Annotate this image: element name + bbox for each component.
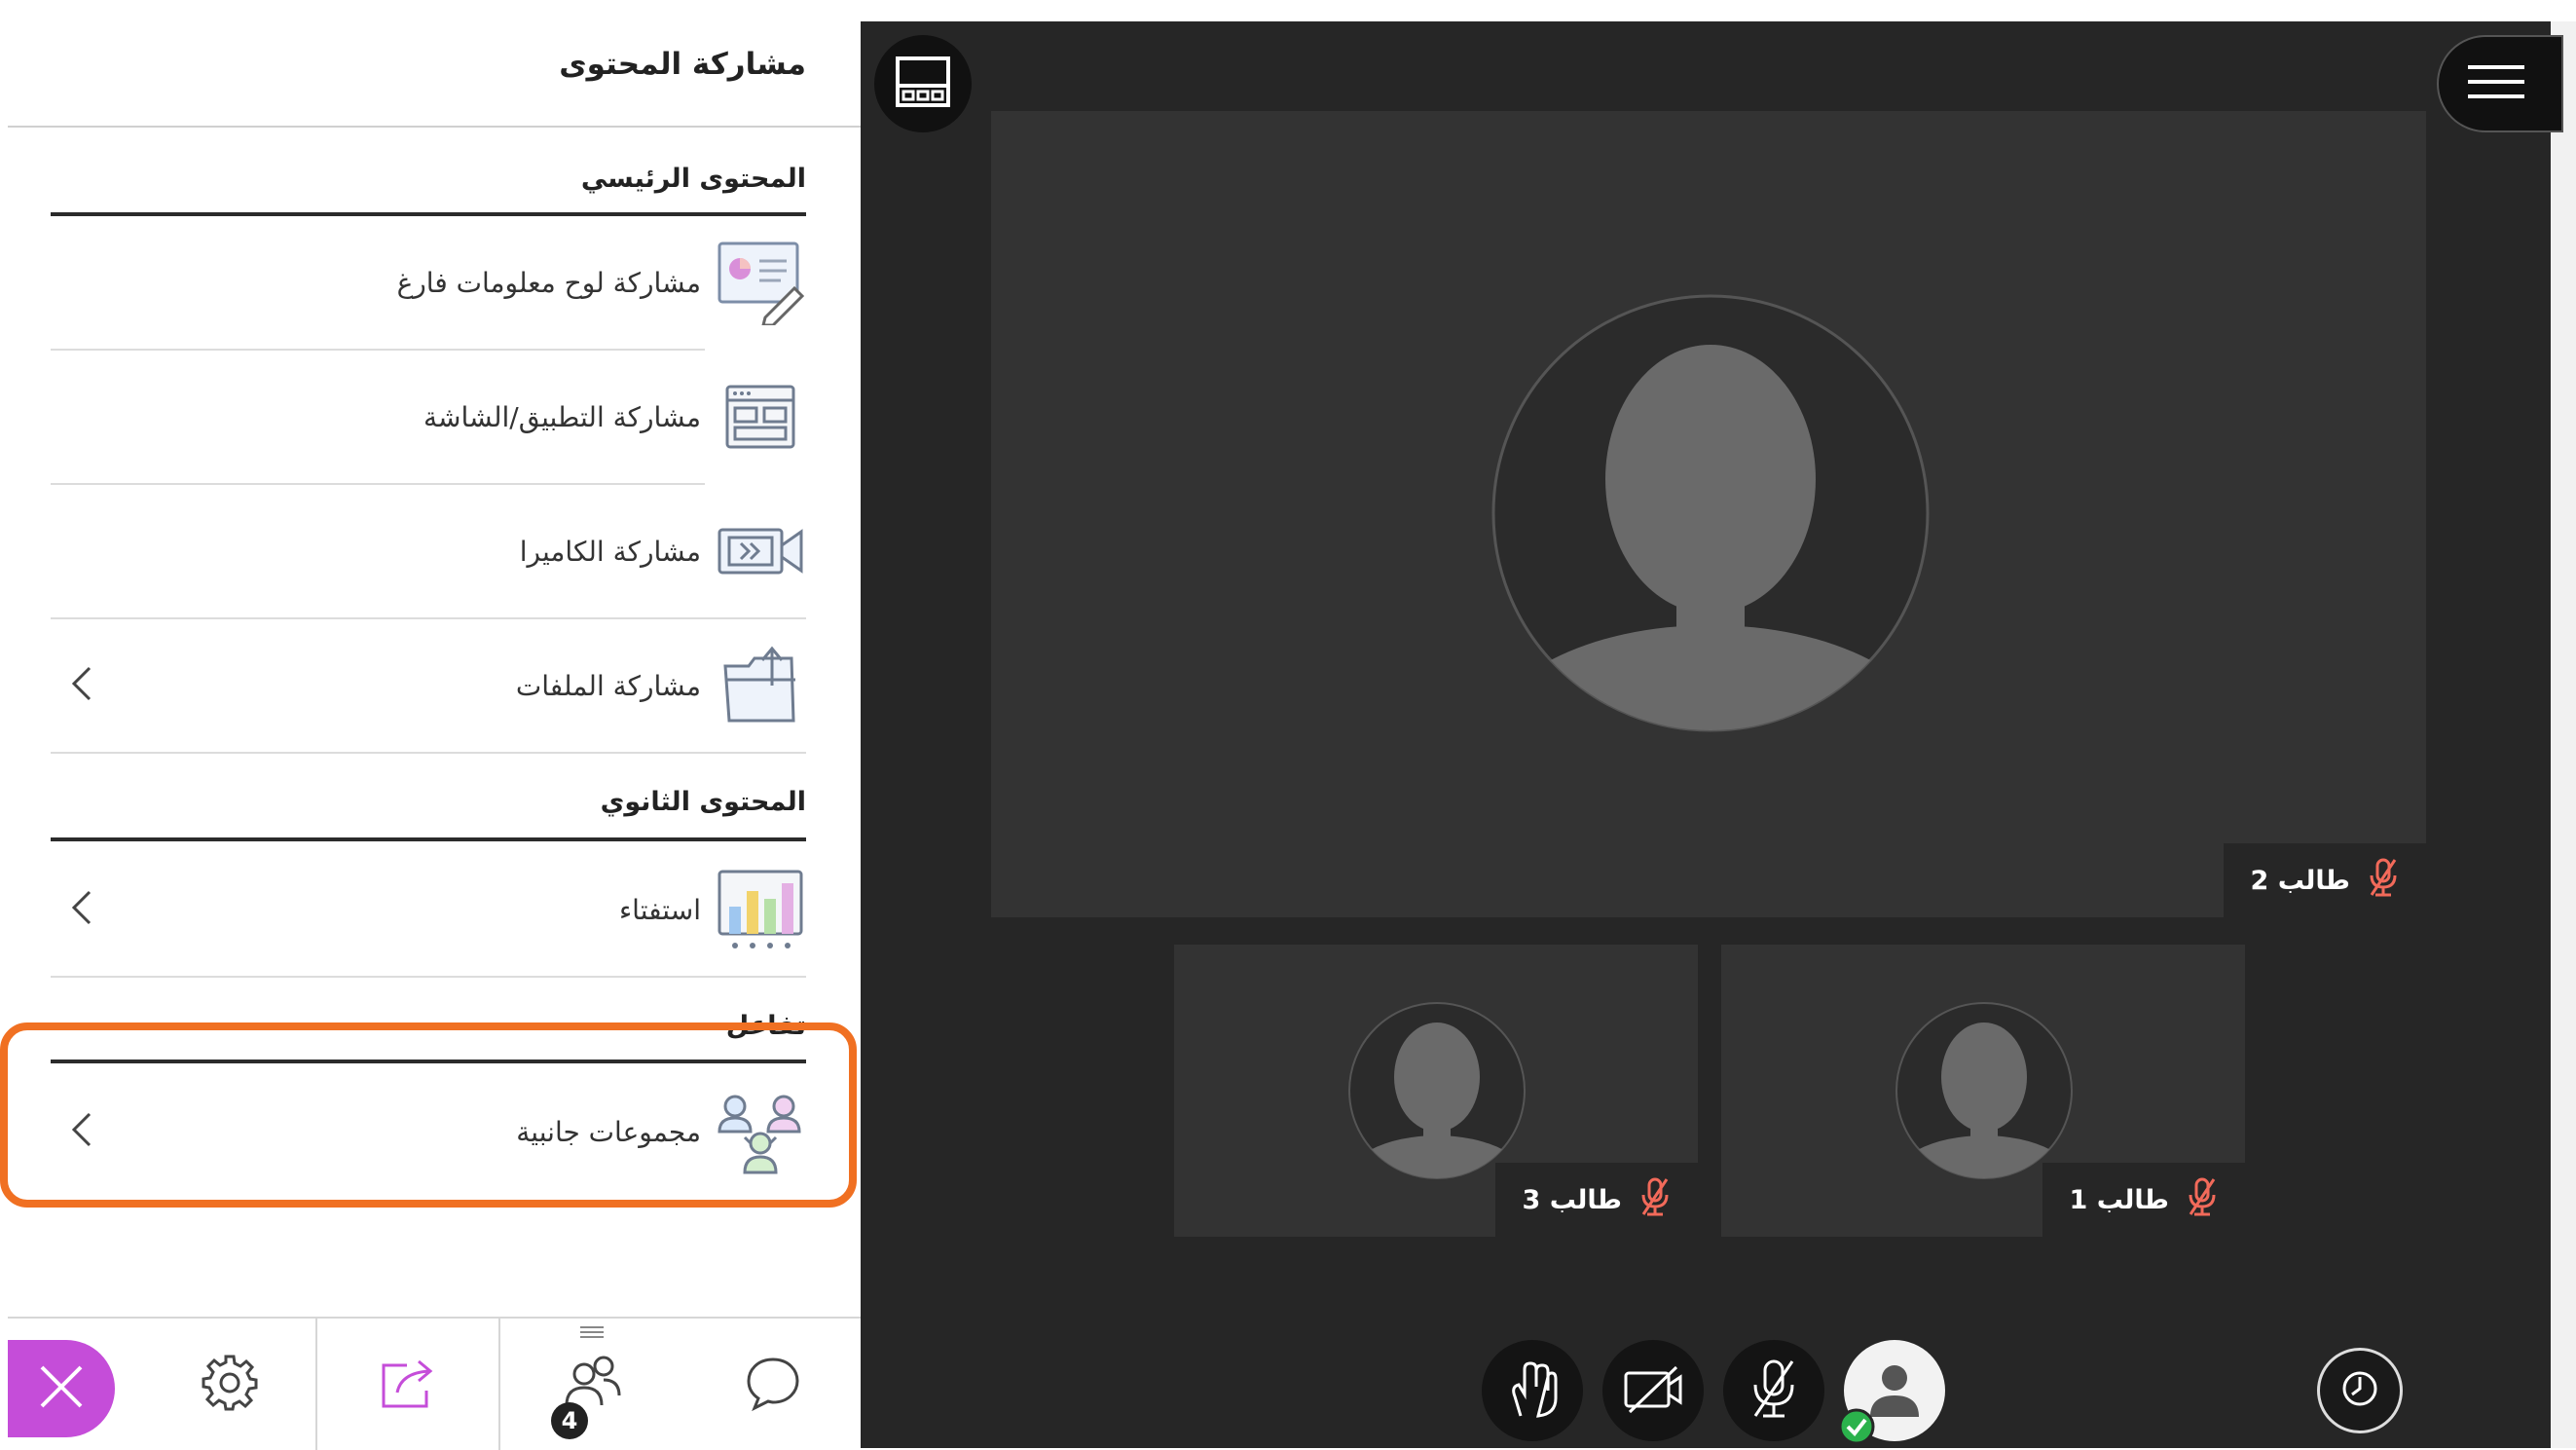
secondary-content-heading: المحتوى الثانوي (600, 787, 806, 817)
participant-name: طالب 2 (2250, 865, 2351, 896)
participants-tab[interactable]: 4 (500, 1319, 685, 1450)
participant-name-tag: طالب 2 (2223, 843, 2426, 917)
chevron-left-icon (70, 888, 93, 931)
chat-tab[interactable] (685, 1319, 861, 1450)
chevron-left-icon (70, 664, 93, 707)
share-icon (378, 1356, 438, 1414)
session-timer-button[interactable] (2317, 1348, 2403, 1433)
raise-hand-button[interactable] (1482, 1340, 1583, 1441)
clock-icon (2338, 1367, 2381, 1414)
close-icon (36, 1361, 87, 1416)
item-divider (51, 976, 806, 978)
my-status-button[interactable] (1838, 1340, 1945, 1445)
interaction-heading: تفاعل (725, 1011, 806, 1041)
layout-toggle-button[interactable] (874, 35, 972, 132)
item-divider (51, 752, 806, 754)
settings-tab[interactable] (144, 1319, 315, 1450)
share-whiteboard-item[interactable]: مشاركة لوح معلومات فارغ (51, 216, 806, 349)
poll-item[interactable]: استفتاء (51, 843, 806, 976)
mic-off-icon (1749, 1357, 1798, 1424)
share-camera-label: مشاركة الكاميرا (519, 535, 701, 568)
share-content-panel: مشاركة المحتوى المحتوى الرئيسي مشاركة لو… (8, 21, 861, 1448)
share-files-item[interactable]: مشاركة الملفات (51, 619, 806, 752)
poll-label: استفتاء (619, 893, 701, 926)
folder-upload-icon (715, 640, 806, 731)
status-check-icon (1838, 1408, 1875, 1449)
camera-off-icon (1622, 1363, 1684, 1418)
participant-name-tag: طالب 3 (1494, 1163, 1698, 1237)
interaction-divider (51, 1060, 806, 1063)
participant-name: طالب 1 (2069, 1184, 2170, 1215)
participant-name: طالب 3 (1522, 1184, 1623, 1215)
share-screen-label: مشاركة التطبيق/الشاشة (423, 400, 701, 433)
mic-muted-icon (1639, 1177, 1671, 1223)
secondary-content-divider (51, 837, 806, 841)
share-files-label: مشاركة الملفات (515, 669, 701, 702)
hamburger-menu-icon (2468, 64, 2524, 103)
poll-chart-icon (715, 864, 806, 955)
share-screen-item[interactable]: مشاركة التطبيق/الشاشة (51, 351, 806, 483)
avatar (1491, 294, 1930, 736)
share-camera-item[interactable]: مشاركة الكاميرا (51, 485, 806, 617)
layout-grid-icon (894, 55, 952, 113)
session-menu-button[interactable] (2437, 35, 2563, 132)
participants-count-badge: 4 (551, 1402, 588, 1439)
primary-content-heading: المحتوى الرئيسي (580, 164, 806, 194)
drag-handle-icon[interactable] (580, 1324, 604, 1343)
participant-name-tag: طالب 1 (2042, 1163, 2245, 1237)
mic-muted-icon (2187, 1177, 2218, 1223)
panel-tabbar: 4 (8, 1317, 861, 1450)
panel-title: مشاركة المحتوى (559, 47, 806, 82)
participant-thumbnail[interactable]: طالب 3 (1174, 945, 1698, 1237)
main-participant-video[interactable]: طالب 2 (991, 111, 2426, 917)
chat-icon (743, 1354, 803, 1416)
raise-hand-icon (1503, 1357, 1562, 1424)
avatar (1895, 1001, 2074, 1184)
mic-muted-icon (2368, 858, 2399, 904)
whiteboard-icon (715, 237, 806, 328)
title-divider (8, 126, 861, 128)
camera-toggle-button[interactable] (1602, 1340, 1704, 1441)
microphone-toggle-button[interactable] (1723, 1340, 1824, 1441)
chevron-left-icon (70, 1110, 93, 1153)
close-panel-button[interactable] (8, 1340, 115, 1437)
breakout-groups-label: مجموعات جانبية (516, 1115, 701, 1148)
avatar (1347, 1001, 1527, 1184)
participant-thumbnail[interactable]: طالب 1 (1721, 945, 2245, 1237)
page-scrollbar[interactable] (2551, 21, 2576, 1448)
video-stage: طالب 2 طالب 3 طالب 1 (861, 21, 2563, 1448)
camera-icon (715, 505, 806, 597)
breakout-groups-icon (715, 1086, 806, 1177)
breakout-groups-item[interactable]: مجموعات جانبية (51, 1065, 806, 1198)
gear-icon (200, 1353, 260, 1417)
screen-share-icon (715, 371, 806, 463)
share-content-tab[interactable] (315, 1319, 500, 1450)
share-whiteboard-label: مشاركة لوح معلومات فارغ (396, 266, 701, 299)
